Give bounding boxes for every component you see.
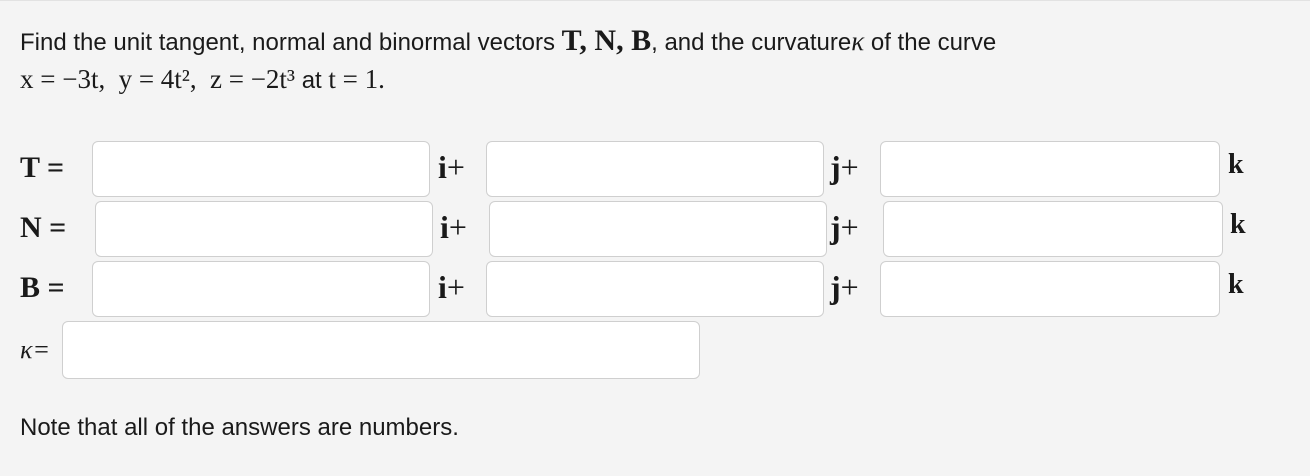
normal-j-input[interactable] — [489, 201, 827, 257]
tangent-row: T = i+ j+ k — [0, 141, 1310, 201]
problem-statement: Find the unit tangent, normal and binorm… — [20, 23, 996, 99]
j-unit-label: j+ — [830, 269, 859, 305]
problem-line-1: Find the unit tangent, normal and binorm… — [20, 23, 996, 61]
t-value: t = 1. — [328, 64, 385, 94]
curvature-label: κ= — [20, 335, 51, 364]
curvature-phrase: , and the curvature — [651, 29, 852, 56]
problem-intro: Find the unit tangent, normal and binorm… — [20, 29, 555, 56]
k-unit-label: k — [1228, 269, 1244, 300]
binormal-label: B = — [20, 271, 65, 304]
vector-symbols: T, N, B — [561, 24, 652, 57]
i-unit-label: i+ — [438, 269, 465, 305]
j-unit-label: j+ — [830, 149, 859, 185]
normal-label: N = — [20, 211, 67, 244]
answer-note: Note that all of the answers are numbers… — [20, 414, 459, 441]
equation-x: x = −3t, — [20, 64, 106, 94]
problem-line-2: x = −3t, y = 4t², z = −2t³ at t = 1. — [20, 61, 996, 99]
binormal-j-input[interactable] — [486, 261, 824, 317]
curvature-input[interactable] — [62, 321, 700, 379]
question-panel: Find the unit tangent, normal and binorm… — [0, 0, 1310, 476]
curve-phrase: of the curve — [864, 29, 997, 56]
binormal-row: B = i+ j+ k — [0, 261, 1310, 321]
kappa-symbol: κ — [851, 26, 865, 56]
equation-y: y = 4t², — [118, 64, 197, 94]
k-unit-label: k — [1230, 209, 1246, 240]
binormal-k-input[interactable] — [880, 261, 1220, 317]
i-unit-label: i+ — [440, 209, 467, 245]
tangent-i-input[interactable] — [92, 141, 430, 197]
normal-i-input[interactable] — [95, 201, 433, 257]
equation-z: z = −2t³ — [209, 64, 296, 94]
tangent-j-input[interactable] — [486, 141, 824, 197]
j-unit-label: j+ — [830, 209, 859, 245]
binormal-i-input[interactable] — [92, 261, 430, 317]
tangent-label: T = — [20, 151, 65, 184]
at-text: at — [301, 67, 322, 94]
tangent-k-input[interactable] — [880, 141, 1220, 197]
normal-k-input[interactable] — [883, 201, 1223, 257]
i-unit-label: i+ — [438, 149, 465, 185]
k-unit-label: k — [1228, 149, 1244, 180]
normal-row: N = i+ j+ k — [0, 201, 1310, 261]
